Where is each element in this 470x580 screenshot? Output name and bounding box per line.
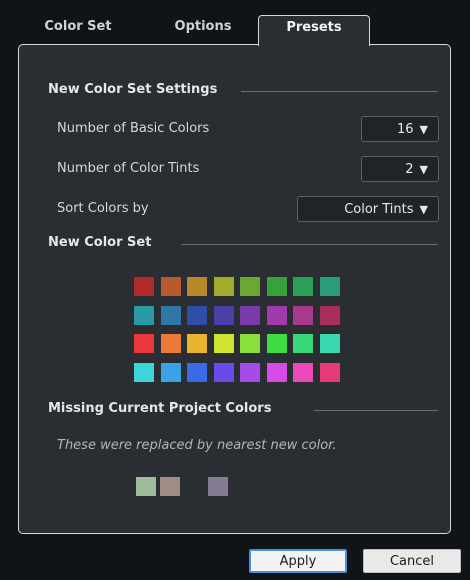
basic-colors-label: Number of Basic Colors [57, 121, 210, 136]
color-tints-label: Number of Color Tints [57, 161, 200, 176]
basic-colors-dropdown[interactable]: 16 ▼ [361, 116, 439, 142]
new-color-set-title: New Color Set [48, 235, 152, 250]
new-color-set-divider [181, 244, 438, 245]
settings-section-title: New Color Set Settings [48, 82, 218, 97]
color-swatch [187, 277, 207, 296]
color-swatch [319, 362, 340, 382]
sort-colors-value: Color Tints [344, 201, 414, 217]
color-swatch [293, 334, 313, 353]
settings-divider [241, 91, 438, 92]
color-swatch [213, 334, 234, 353]
tab-options-label: Options [174, 19, 232, 34]
cancel-button-label: Cancel [389, 553, 435, 569]
cancel-button[interactable]: Cancel [363, 549, 461, 573]
color-swatch [160, 334, 181, 353]
color-swatch [240, 334, 260, 353]
missing-colors-title: Missing Current Project Colors [48, 401, 272, 416]
color-swatch [293, 277, 313, 296]
tab-options[interactable]: Options [153, 15, 253, 46]
color-swatch [134, 277, 154, 296]
color-swatch [240, 305, 260, 325]
color-swatch [240, 362, 260, 382]
color-swatch [187, 334, 207, 353]
missing-colors-divider [314, 410, 438, 411]
color-tints-dropdown[interactable]: 2 ▼ [361, 156, 439, 182]
color-swatch [134, 334, 154, 353]
tab-color-set[interactable]: Color Set [28, 15, 128, 46]
sort-colors-dropdown[interactable]: Color Tints ▼ [297, 196, 439, 222]
chevron-down-icon: ▼ [419, 202, 428, 216]
color-swatch [134, 305, 154, 325]
basic-colors-value: 16 [396, 121, 414, 137]
color-swatch [213, 277, 234, 296]
color-swatch [134, 362, 154, 382]
color-swatch [319, 334, 340, 353]
color-swatch [213, 305, 234, 325]
color-swatch [187, 305, 207, 325]
color-swatch [293, 362, 313, 382]
color-swatch [240, 277, 260, 296]
color-swatch [213, 362, 234, 382]
color-tints-value: 2 [405, 161, 414, 177]
apply-button-label: Apply [279, 553, 317, 569]
tab-presets-label: Presets [286, 20, 342, 35]
color-swatch [187, 362, 207, 382]
missing-color-swatch [208, 477, 228, 496]
color-swatch [160, 362, 181, 382]
color-swatch [160, 305, 181, 325]
apply-button[interactable]: Apply [249, 549, 347, 573]
color-swatch [266, 362, 287, 382]
tab-presets[interactable]: Presets [258, 15, 370, 46]
chevron-down-icon: ▼ [419, 122, 428, 136]
color-swatch [266, 334, 287, 353]
color-swatch [266, 277, 287, 296]
color-swatch [319, 277, 340, 296]
color-swatch [293, 305, 313, 325]
presets-panel: New Color Set Settings Number of Basic C… [18, 44, 451, 534]
missing-colors-note: These were replaced by nearest new color… [57, 438, 337, 453]
color-swatch [266, 305, 287, 325]
sort-colors-label: Sort Colors by [57, 201, 149, 216]
color-swatch [160, 277, 181, 296]
missing-color-swatch [184, 477, 204, 496]
missing-color-swatch [160, 477, 180, 496]
chevron-down-icon: ▼ [419, 162, 428, 176]
tab-color-set-label: Color Set [44, 19, 112, 34]
color-swatch [319, 305, 340, 325]
missing-color-swatch [136, 477, 156, 496]
